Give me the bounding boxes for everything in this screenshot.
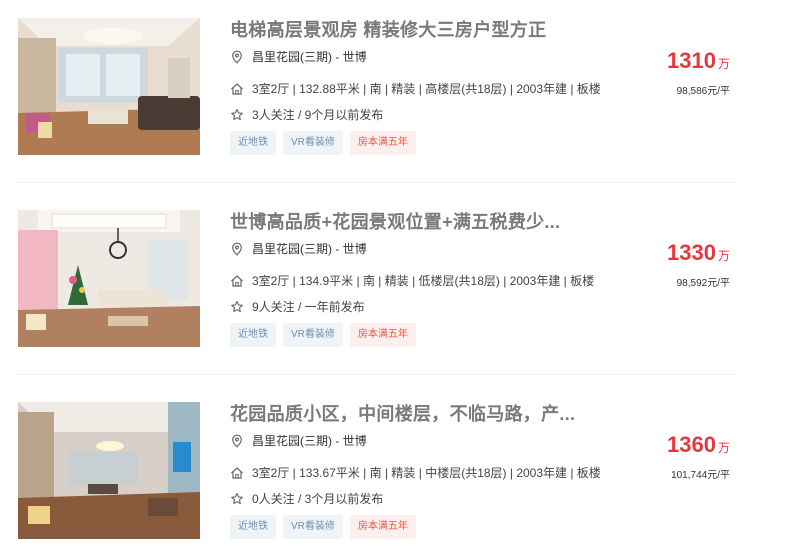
follow-text: 9人关注 / 一年前发布 (252, 300, 365, 314)
info-text: 3室2厅 | 132.88平米 | 南 | 精装 | 高楼层(共18层) | 2… (252, 82, 601, 96)
divider (18, 374, 734, 375)
price-unit: 万 (717, 441, 730, 455)
info-text: 3室2厅 | 134.9平米 | 南 | 精装 | 低楼层(共18层) | 20… (252, 274, 595, 288)
follow-text: 0人关注 / 3个月以前发布 (252, 492, 384, 506)
listing-address[interactable]: 昌里花园(三期) - 世博 (230, 240, 367, 257)
price-value: 1330 (667, 240, 716, 265)
house-icon (231, 274, 243, 287)
price-value: 1310 (667, 48, 716, 73)
price-unit: 万 (717, 249, 730, 263)
listing-address[interactable]: 昌里花园(三期) - 世博 (230, 432, 367, 449)
house-icon (231, 466, 243, 479)
listing-photo[interactable] (18, 402, 200, 539)
address-text[interactable]: 昌里花园(三期) - 世博 (252, 240, 367, 257)
listing-info: 3室2厅 | 133.67平米 | 南 | 精装 | 中楼层(共18层) | 2… (230, 464, 601, 481)
star-icon (231, 300, 243, 312)
total-price: 1310 万 (667, 48, 730, 74)
location-pin-icon (232, 242, 242, 256)
tag-five-years: 房本满五年 (349, 131, 416, 155)
price-value: 1360 (667, 432, 716, 457)
listing-title[interactable]: 电梯高层景观房 精装修大三房户型方正 (230, 16, 546, 42)
tag-near-subway: 近地铁 (230, 131, 276, 155)
address-text[interactable]: 昌里花园(三期) - 世博 (252, 432, 367, 449)
address-text[interactable]: 昌里花园(三期) - 世博 (252, 48, 367, 65)
listing-card[interactable]: 电梯高层景观房 精装修大三房户型方正 昌里花园(三期) - 世博 3室2厅 | … (18, 0, 734, 160)
location-pin-icon (232, 434, 242, 448)
unit-price: 98,586元/平 (676, 86, 730, 97)
listing-photo[interactable] (18, 210, 200, 347)
star-icon (231, 108, 243, 120)
tag-vr: VR看装修 (283, 515, 343, 539)
tag-list: 近地铁 VR看装修 房本满五年 (230, 515, 416, 539)
listing-title[interactable]: 花园品质小区，中间楼层，不临马路，产... (230, 400, 575, 426)
listing-info: 3室2厅 | 134.9平米 | 南 | 精装 | 低楼层(共18层) | 20… (230, 272, 594, 289)
unit-price: 101,744元/平 (671, 470, 730, 481)
tag-near-subway: 近地铁 (230, 323, 276, 347)
follow-text: 3人关注 / 9个月以前发布 (252, 108, 384, 122)
listing-card[interactable]: 世博高品质+花园景观位置+满五税费少... 昌里花园(三期) - 世博 3室2厅… (18, 192, 734, 352)
listing-card[interactable]: 花园品质小区，中间楼层，不临马路，产... 昌里花园(三期) - 世博 3室2厅… (18, 384, 734, 544)
location-pin-icon (232, 50, 242, 64)
listing-follow: 0人关注 / 3个月以前发布 (230, 490, 383, 507)
tag-vr: VR看装修 (283, 131, 343, 155)
price-unit: 万 (717, 57, 730, 71)
listing-info: 3室2厅 | 132.88平米 | 南 | 精装 | 高楼层(共18层) | 2… (230, 80, 601, 97)
listing-title[interactable]: 世博高品质+花园景观位置+满五税费少... (230, 208, 560, 234)
total-price: 1330 万 (667, 240, 730, 266)
listing-follow: 3人关注 / 9个月以前发布 (230, 106, 383, 123)
listing-list: 电梯高层景观房 精装修大三房户型方正 昌里花园(三期) - 世博 3室2厅 | … (0, 0, 800, 558)
divider (18, 182, 734, 183)
house-icon (231, 82, 243, 95)
listing-address[interactable]: 昌里花园(三期) - 世博 (230, 48, 367, 65)
listing-follow: 9人关注 / 一年前发布 (230, 298, 365, 315)
total-price: 1360 万 (667, 432, 730, 458)
tag-vr: VR看装修 (283, 323, 343, 347)
unit-price: 98,592元/平 (676, 278, 730, 289)
tag-list: 近地铁 VR看装修 房本满五年 (230, 131, 416, 155)
tag-near-subway: 近地铁 (230, 515, 276, 539)
tag-five-years: 房本满五年 (349, 323, 416, 347)
listing-photo[interactable] (18, 18, 200, 155)
info-text: 3室2厅 | 133.67平米 | 南 | 精装 | 中楼层(共18层) | 2… (252, 466, 601, 480)
tag-five-years: 房本满五年 (349, 515, 416, 539)
star-icon (231, 492, 243, 504)
tag-list: 近地铁 VR看装修 房本满五年 (230, 323, 416, 347)
